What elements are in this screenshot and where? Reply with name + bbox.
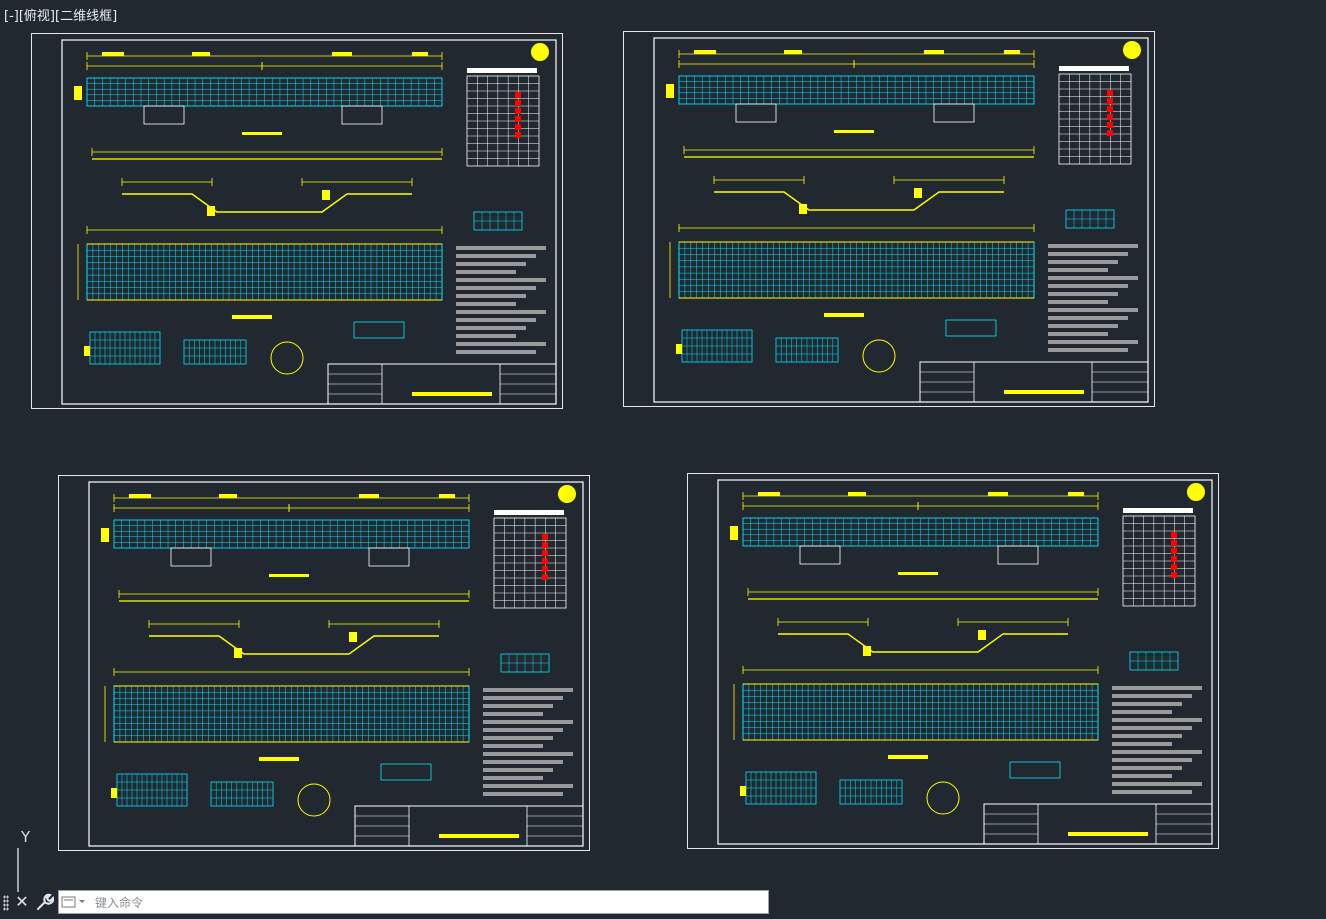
sheet-drawing <box>88 481 584 847</box>
sheet-content <box>74 43 557 405</box>
ucs-y-label: Y <box>20 828 31 846</box>
drawing-sheet-4[interactable] <box>687 473 1219 849</box>
drawing-sheet-3[interactable] <box>58 475 590 851</box>
grip-handle-icon[interactable] <box>3 895 9 911</box>
sheet-drawing <box>653 37 1149 403</box>
drawing-sheet-2[interactable] <box>623 31 1155 407</box>
sheet-content <box>730 483 1213 845</box>
visual-style-menu[interactable]: [二维线框] <box>55 9 117 24</box>
command-history-icon[interactable] <box>61 894 89 910</box>
command-input-box <box>58 890 769 914</box>
view-menu[interactable]: [俯视] <box>19 9 55 24</box>
viewport-label: [-][俯视][二维线框] <box>4 5 117 24</box>
viewport-control-menu[interactable]: [-] <box>4 9 19 24</box>
wrench-icon[interactable] <box>34 891 55 913</box>
drawing-sheet-1[interactable] <box>31 33 563 409</box>
sheet-content <box>101 485 584 847</box>
command-input[interactable] <box>93 893 767 913</box>
close-icon[interactable]: ✕ <box>12 891 32 913</box>
command-line-bar: ✕ <box>0 889 770 916</box>
sheet-content <box>666 41 1149 403</box>
sheet-drawing <box>717 479 1213 845</box>
ucs-icon: Y X <box>12 826 81 894</box>
sheet-drawing <box>61 39 557 405</box>
